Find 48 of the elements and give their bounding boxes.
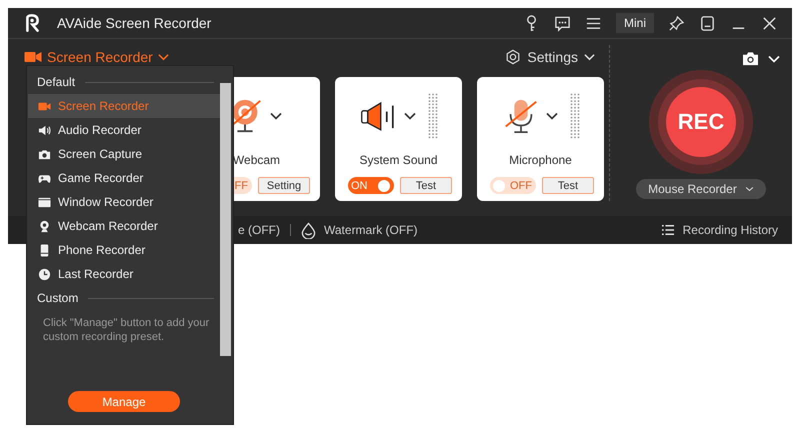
window-mode-icon[interactable]: [699, 14, 716, 32]
settings-button[interactable]: Settings: [505, 49, 595, 65]
recorder-mode-dropdown[interactable]: Mouse Recorder: [636, 179, 766, 199]
logo-icon: [24, 13, 41, 33]
scrollbar[interactable]: [220, 83, 231, 356]
phone-icon: [38, 244, 51, 256]
video-camera-icon: [24, 50, 42, 64]
chevron-down-icon: [158, 53, 169, 61]
menu-item[interactable]: Screen Capture: [28, 142, 220, 166]
camera-icon: [38, 148, 51, 160]
droplet-icon[interactable]: [301, 222, 316, 238]
recording-history-button[interactable]: Recording History: [660, 223, 778, 237]
section-heading: Default: [37, 75, 76, 89]
clock-icon: [38, 268, 51, 280]
chevron-down-icon[interactable]: [404, 112, 416, 120]
source-button[interactable]: Test: [542, 177, 594, 194]
chat-icon[interactable]: [554, 14, 571, 32]
source-label: Microphone: [509, 153, 572, 167]
list-icon: [660, 224, 675, 236]
source-button[interactable]: Setting: [258, 177, 310, 194]
source-label: Webcam: [232, 153, 280, 167]
chevron-down-icon: [584, 53, 595, 61]
mini-button[interactable]: Mini: [616, 13, 654, 33]
menu-item[interactable]: Last Recorder: [28, 262, 220, 286]
pin-icon[interactable]: [668, 14, 685, 32]
chevron-down-icon: [744, 186, 754, 192]
menu-item[interactable]: Game Recorder: [28, 166, 220, 190]
mode-dropdown[interactable]: Screen Recorder: [24, 49, 169, 65]
speaker-icon: [38, 124, 51, 136]
rec-button[interactable]: REC: [666, 87, 736, 157]
status-item[interactable]: Watermark (OFF): [324, 223, 418, 237]
camera-icon[interactable]: [742, 51, 759, 66]
chevron-down-icon[interactable]: [546, 112, 558, 120]
chevron-down-icon[interactable]: [270, 112, 282, 120]
status-item[interactable]: e (OFF): [238, 223, 280, 237]
source-label: System Sound: [359, 153, 438, 167]
window-title: AVAide Screen Recorder: [57, 15, 212, 31]
source-button[interactable]: Test: [400, 177, 452, 194]
section-heading: Custom: [37, 291, 78, 305]
webcam-icon: [38, 220, 51, 232]
hint-text: Click "Manage" button to add your custom recording preset.: [43, 316, 210, 344]
settings-icon: [505, 49, 522, 65]
close-icon[interactable]: [761, 14, 778, 32]
menu-item[interactable]: Window Recorder: [28, 190, 220, 214]
window-icon: [38, 196, 51, 208]
menu-item[interactable]: Webcam Recorder: [28, 214, 220, 238]
menu-item[interactable]: Phone Recorder: [28, 238, 220, 262]
menu-item[interactable]: Audio Recorder: [28, 118, 220, 142]
